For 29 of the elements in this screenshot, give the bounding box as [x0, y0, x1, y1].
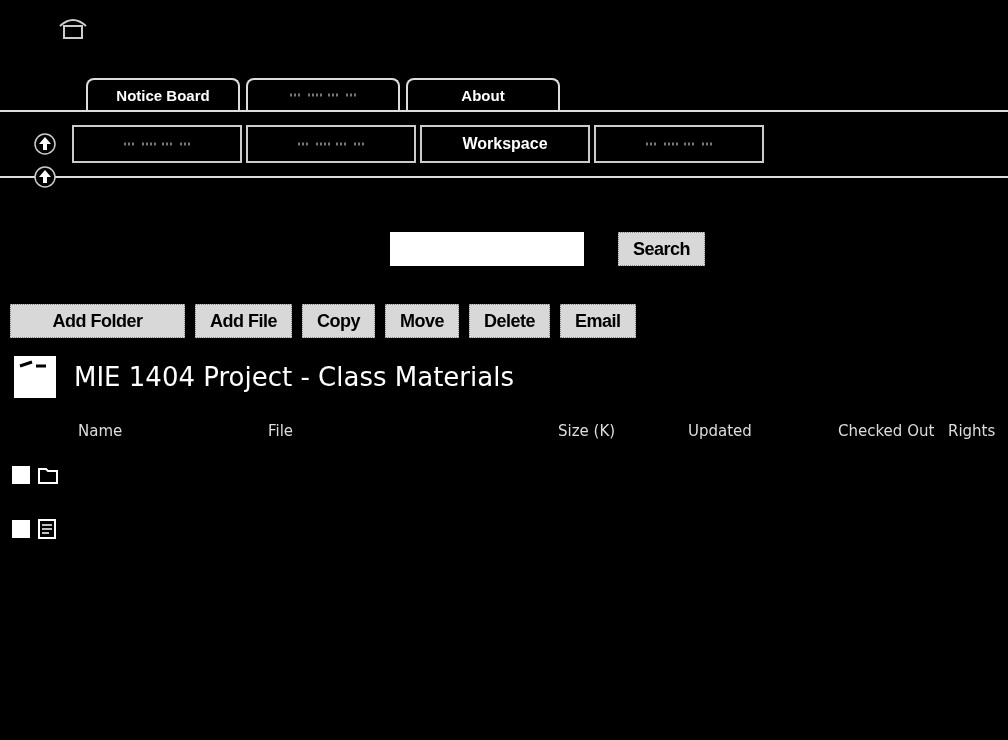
column-header[interactable]: Checked Out	[838, 418, 948, 440]
row-checkbox[interactable]	[12, 466, 30, 484]
tab[interactable]	[72, 125, 242, 163]
search-field[interactable]	[390, 232, 584, 266]
column-header[interactable]: File	[268, 418, 558, 440]
toolbar-button[interactable]: Move	[385, 304, 459, 338]
illegible-label-drawing	[644, 140, 714, 148]
toolbar-button[interactable]: Add File	[195, 304, 292, 338]
column-header[interactable]: Name	[78, 418, 268, 440]
column-header[interactable]: Rights	[948, 418, 1008, 440]
document-icon	[38, 519, 56, 539]
illegible-label-drawing	[288, 91, 358, 99]
row-checkbox[interactable]	[12, 520, 30, 538]
toolbar-button[interactable]: Add Folder	[10, 304, 185, 338]
folder-title: MIE 1404 Project - Class Materials	[74, 362, 514, 392]
toolbar-button[interactable]: Email	[560, 304, 636, 338]
tab[interactable]: About	[406, 78, 560, 110]
toolbar-button[interactable]: Copy	[302, 304, 375, 338]
tab[interactable]	[594, 125, 764, 163]
illegible-label-drawing	[122, 140, 192, 148]
illegible-label-drawing	[296, 140, 366, 148]
tab[interactable]: Workspace	[420, 125, 590, 163]
search-button[interactable]: Search	[618, 232, 706, 266]
tab[interactable]: Notice Board	[86, 78, 240, 110]
toolbar-button[interactable]: Delete	[469, 304, 551, 338]
column-header[interactable]: Size (K)	[558, 418, 688, 440]
tab[interactable]	[246, 125, 416, 163]
column-header[interactable]: Updated	[688, 418, 838, 440]
tab[interactable]	[246, 78, 400, 110]
